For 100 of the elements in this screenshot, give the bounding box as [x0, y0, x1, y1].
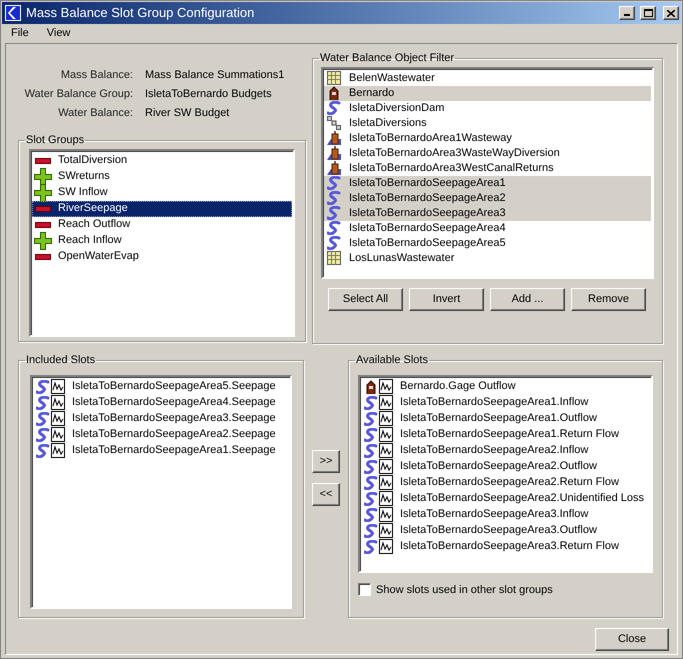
stream-icon — [364, 540, 378, 554]
maximize-button[interactable] — [640, 6, 656, 20]
slot-item[interactable]: Bernardo.Gage Outflow — [361, 378, 650, 394]
slot-name: IsletaToBernardoSeepageArea2.Unidentified Loss — [400, 491, 644, 506]
object-item[interactable]: LosLunasWastewater — [324, 250, 651, 266]
slot-item[interactable]: IsletaToBernardoSeepageArea2.Return Flow — [361, 474, 650, 490]
slot-group-item[interactable]: Reach Inflow — [32, 232, 292, 248]
object-item[interactable]: IsletaToBernardoSeepageArea4 — [324, 220, 651, 236]
slot-group-item[interactable]: TotalDiversion — [32, 152, 292, 168]
object-name: LosLunasWastewater — [349, 250, 454, 266]
slot-name: IsletaToBernardoSeepageArea1.Seepage — [72, 443, 276, 458]
slot-item[interactable]: IsletaToBernardoSeepageArea1.Return Flow — [361, 426, 650, 442]
slot-group-item[interactable]: OpenWaterEvap — [32, 248, 292, 264]
minus-icon — [35, 254, 51, 260]
slot-name: IsletaToBernardoSeepageArea2.Outflow — [400, 459, 597, 474]
slot-name: IsletaToBernardoSeepageArea2.Seepage — [72, 427, 276, 442]
close-dialog-button[interactable]: Close — [595, 628, 669, 651]
object-item[interactable]: IsletaDiversionDam — [324, 100, 651, 116]
slot-item[interactable]: IsletaToBernardoSeepageArea3.Inflow — [361, 506, 650, 522]
slot-name: IsletaToBernardoSeepageArea3.Outflow — [400, 523, 597, 538]
slot-item[interactable]: IsletaToBernardoSeepageArea2.Inflow — [361, 442, 650, 458]
object-item[interactable]: BelenWastewater — [324, 70, 651, 86]
object-name: IsletaDiversions — [349, 116, 427, 131]
object-item[interactable]: IsletaToBernardoSeepageArea3 — [324, 206, 651, 220]
object-item[interactable]: IsletaToBernardoArea3WestCanalReturns — [324, 160, 651, 176]
slot-item[interactable]: IsletaToBernardoSeepageArea1.Seepage — [33, 442, 289, 458]
slot-group-item[interactable]: Reach Outflow — [32, 216, 292, 232]
object-name: IsletaToBernardoArea3WasteWayDiversion — [349, 146, 560, 161]
time-series-icon — [379, 491, 393, 506]
time-series-icon — [379, 427, 393, 442]
slot-item[interactable]: IsletaToBernardoSeepageArea2.Outflow — [361, 458, 650, 474]
canal-icon — [327, 131, 341, 145]
slot-group-name: SWreturns — [58, 169, 110, 184]
transfer-button[interactable]: >> — [312, 450, 340, 473]
minus-icon — [35, 206, 51, 212]
filter-button[interactable]: Add ... — [490, 288, 565, 310]
object-item[interactable]: IsletaToBernardoArea1Wasteway — [324, 130, 651, 146]
stream-icon — [36, 396, 50, 410]
object-item[interactable]: Bernardo — [324, 86, 651, 100]
slot-group-name: SW Inflow — [58, 185, 108, 200]
slot-group-name: RiverSeepage — [58, 201, 128, 216]
stream-icon — [36, 412, 50, 426]
stream-icon — [364, 428, 378, 442]
object-name: Bernardo — [349, 86, 394, 101]
minimize-icon — [624, 14, 630, 16]
time-series-icon — [379, 507, 393, 522]
transfer-button[interactable]: << — [312, 483, 340, 506]
slot-name: IsletaToBernardoSeepageArea1.Inflow — [400, 395, 588, 410]
time-series-icon — [379, 443, 393, 458]
plus-icon — [34, 168, 52, 186]
slot-item[interactable]: IsletaToBernardoSeepageArea3.Seepage — [33, 410, 289, 426]
close-button[interactable] — [663, 6, 679, 20]
slot-item[interactable]: IsletaToBernardoSeepageArea4.Seepage — [33, 394, 289, 410]
object-item[interactable]: IsletaToBernardoArea3WasteWayDiversion — [324, 146, 651, 160]
minus-icon — [35, 222, 51, 228]
stream-icon — [36, 428, 50, 442]
slot-group-item[interactable]: RiverSeepage — [32, 200, 292, 216]
time-series-icon — [51, 379, 65, 394]
slot-item[interactable]: IsletaToBernardoSeepageArea3.Return Flow — [361, 538, 650, 554]
slot-item[interactable]: IsletaToBernardoSeepageArea2.Unidentified Loss — [361, 490, 650, 506]
slot-item[interactable]: IsletaToBernardoSeepageArea3.Outflow — [361, 522, 650, 538]
building-icon — [327, 86, 341, 100]
stream-icon — [364, 444, 378, 458]
filter-button[interactable]: Invert — [409, 288, 484, 310]
object-item[interactable]: IsletaToBernardoSeepageArea1 — [324, 176, 651, 190]
object-item[interactable]: IsletaDiversions — [324, 116, 651, 130]
slot-name: Bernardo.Gage Outflow — [400, 379, 516, 394]
stream-icon — [327, 101, 341, 115]
slot-name: IsletaToBernardoSeepageArea2.Inflow — [400, 443, 588, 458]
slot-group-item[interactable]: SW Inflow — [32, 184, 292, 200]
panel-title: Water Balance Object Filter — [319, 51, 456, 66]
object-item[interactable]: IsletaToBernardoSeepageArea5 — [324, 236, 651, 250]
close-icon — [667, 10, 675, 16]
slot-item[interactable]: IsletaToBernardoSeepageArea1.Outflow — [361, 410, 650, 426]
object-name: IsletaToBernardoSeepageArea4 — [349, 220, 506, 236]
slot-group-name: Reach Inflow — [58, 233, 122, 248]
plus-icon — [34, 184, 52, 202]
filter-button[interactable]: Select All — [328, 288, 403, 310]
stream-icon — [327, 206, 341, 220]
object-item[interactable]: IsletaToBernardoSeepageArea2 — [324, 190, 651, 206]
grid-icon — [327, 251, 341, 265]
filter-button[interactable]: Remove — [571, 288, 646, 310]
slot-item[interactable]: IsletaToBernardoSeepageArea2.Seepage — [33, 426, 289, 442]
slot-item[interactable]: IsletaToBernardoSeepageArea5.Seepage — [33, 378, 289, 394]
panel-title: Included Slots — [25, 353, 96, 368]
window-title: Mass Balance Slot Group Configuration — [26, 4, 256, 22]
time-series-icon — [379, 379, 393, 394]
field-value: Mass Balance Summations1 — [145, 68, 286, 82]
menu-item[interactable]: File — [1, 24, 38, 42]
time-series-icon — [379, 459, 393, 474]
menu-item[interactable]: View — [38, 24, 80, 42]
object-name: IsletaToBernardoSeepageArea3 — [349, 206, 506, 221]
slot-group-item[interactable]: SWreturns — [32, 168, 292, 184]
slot-item[interactable]: IsletaToBernardoSeepageArea1.Inflow — [361, 394, 650, 410]
checkbox[interactable] — [358, 583, 371, 596]
field-value: IsletaToBernardo Budgets — [145, 87, 273, 101]
minus-icon — [35, 158, 51, 164]
building-icon — [364, 380, 378, 394]
minimize-button[interactable] — [619, 6, 635, 20]
stream-icon — [327, 221, 341, 235]
